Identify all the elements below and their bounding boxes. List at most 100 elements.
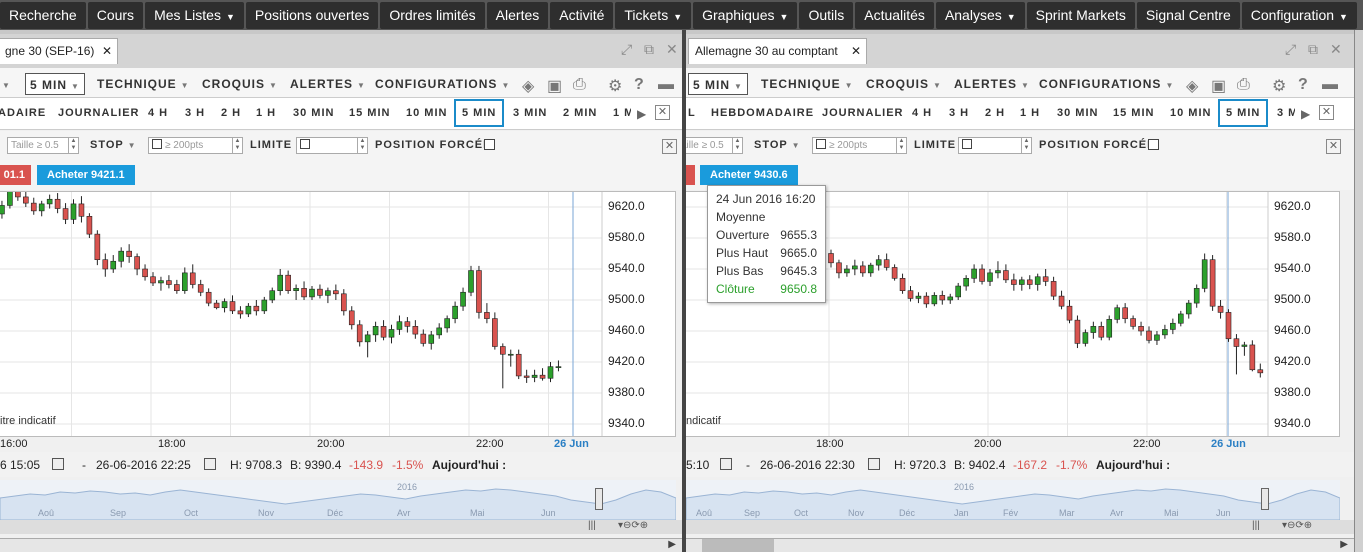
close-icon[interactable]: ✕ (102, 39, 112, 63)
scroll-thumb[interactable]: ||| (588, 520, 596, 531)
tf-2min[interactable]: 2 MIN (563, 107, 597, 119)
close-icon[interactable]: ✕ (662, 139, 677, 154)
comment-icon[interactable]: ▬ (658, 76, 674, 94)
croquis-menu[interactable]: CROQUIS ▼ (202, 73, 278, 95)
tf-4h[interactable]: 4 H (912, 107, 932, 119)
stop-checkbox[interactable] (152, 139, 162, 149)
sell-button[interactable]: 01.1 (0, 165, 31, 185)
scroll-right-arrow-icon[interactable]: ▶ (1340, 539, 1348, 550)
help-icon[interactable]: ? (634, 76, 644, 94)
position-forcee-checkbox[interactable] (1148, 139, 1159, 150)
tf-journalier[interactable]: JOURNALIER (58, 107, 140, 119)
interval-select[interactable]: 5 MIN ▼ (688, 73, 748, 95)
nav-item-8[interactable]: Graphiques ▼ (693, 2, 798, 29)
tf-5min[interactable]: 5 MIN (454, 99, 505, 127)
expand-icon[interactable]: ⤢ (621, 41, 632, 58)
stop-input[interactable]: ≥ 200pts ▲ ▼ (148, 137, 243, 154)
tf-15min[interactable]: 15 MIN (1113, 107, 1154, 119)
buy-button[interactable]: Acheter 9430.6 (700, 165, 798, 185)
horizontal-scrollbar[interactable]: ▶ (0, 538, 682, 552)
comment-icon[interactable]: ▬ (1322, 76, 1338, 94)
tf-30min[interactable]: 30 MIN (293, 107, 334, 119)
dropdown-arrow-icon[interactable]: ▼ (0, 73, 11, 95)
tf-10min[interactable]: 10 MIN (406, 107, 447, 119)
close-window-icon[interactable]: ✕ (1330, 41, 1342, 58)
calendar-icon[interactable] (204, 458, 216, 473)
tf-partial[interactable]: L (688, 107, 696, 119)
tf-journalier[interactable]: JOURNALIER (822, 107, 904, 119)
nav-item-2[interactable]: Mes Listes ▼ (145, 2, 244, 29)
nav-item-10[interactable]: Actualités (855, 2, 934, 29)
scroll-right-icon[interactable]: ▶ (637, 107, 646, 121)
tf-3min[interactable]: 3 M (1277, 107, 1295, 119)
nav-item-4[interactable]: Ordres limités (380, 2, 485, 29)
tf-15min[interactable]: 15 MIN (349, 107, 390, 119)
help-icon[interactable]: ? (1298, 76, 1308, 94)
navigator[interactable]: 2016 Aoû Sep Oct Nov Déc Avr Mai Jun (0, 480, 676, 520)
interval-select[interactable]: 5 MIN ▼ (25, 73, 85, 95)
gear-icon[interactable]: ⚙ (608, 76, 622, 96)
close-icon[interactable]: ✕ (655, 105, 670, 120)
gear-icon[interactable]: ⚙ (1272, 76, 1286, 96)
nav-item-14[interactable]: Configuration ▼ (1241, 2, 1357, 29)
limit-checkbox[interactable] (300, 139, 310, 149)
tf-10min[interactable]: 10 MIN (1170, 107, 1211, 119)
tf-4h[interactable]: 4 H (148, 107, 168, 119)
size-input[interactable]: Taille ≥ 0.5▲▼ (686, 137, 743, 154)
tf-3h[interactable]: 3 H (949, 107, 969, 119)
navigator-handle[interactable] (1261, 488, 1269, 510)
tf-2h[interactable]: 2 H (985, 107, 1005, 119)
tf-1h[interactable]: 1 H (1020, 107, 1040, 119)
price-chart[interactable]: 9620.0 9580.0 9540.0 9500.0 9460.0 9420.0 9380… (0, 191, 676, 437)
nav-item-11[interactable]: Analyses ▼ (935, 2, 1025, 29)
print-icon[interactable]: ⎙ (573, 76, 586, 94)
position-forcee-checkbox[interactable] (484, 139, 495, 150)
sell-button[interactable] (686, 165, 695, 185)
close-icon[interactable]: ✕ (851, 39, 861, 63)
tf-3h[interactable]: 3 H (185, 107, 205, 119)
scroll-right-arrow-icon[interactable]: ▶ (668, 539, 676, 550)
chart-tab[interactable]: Allemagne 30 au comptant ✕ (688, 38, 867, 64)
popout-icon[interactable]: ⧉ (1308, 41, 1318, 58)
limit-input[interactable]: ▲ ▼ (296, 137, 368, 154)
configurations-menu[interactable]: CONFIGURATIONS ▼ (375, 73, 510, 95)
layers-icon[interactable]: ◈ (522, 76, 534, 96)
chart-tab[interactable]: gne 30 (SEP-16) ✕ (0, 38, 118, 64)
calendar-icon[interactable] (52, 458, 64, 473)
nav-item-5[interactable]: Alertes (486, 2, 549, 29)
nav-item-0[interactable]: Recherche (0, 2, 86, 29)
calendar-icon[interactable] (868, 458, 880, 473)
tf-hebdo[interactable]: ADAIRE (0, 107, 46, 119)
navigator[interactable]: 2016 Aoû Sep Oct Nov Déc Jan Fév Mar Avr… (686, 480, 1340, 520)
nav-item-1[interactable]: Cours (87, 2, 144, 29)
nav-item-13[interactable]: Signal Centre (1136, 2, 1240, 29)
close-icon[interactable]: ✕ (1319, 105, 1334, 120)
tf-2h[interactable]: 2 H (221, 107, 241, 119)
technique-menu[interactable]: TECHNIQUE ▼ (761, 73, 854, 95)
calendar-icon[interactable] (720, 458, 732, 473)
alertes-menu[interactable]: ALERTES ▼ (290, 73, 366, 95)
print-icon[interactable]: ⎙ (1237, 76, 1250, 94)
scroll-thumb[interactable]: ||| (1252, 520, 1260, 531)
croquis-menu[interactable]: CROQUIS ▼ (866, 73, 942, 95)
scroll-thumb[interactable] (702, 539, 774, 552)
layers-icon[interactable]: ◈ (1186, 76, 1198, 96)
nav-item-7[interactable]: Tickets ▼ (615, 2, 692, 29)
scroll-right-icon[interactable]: ▶ (1301, 107, 1310, 121)
limit-input[interactable]: ▲ ▼ (958, 137, 1032, 154)
stop-checkbox[interactable] (816, 139, 826, 149)
close-icon[interactable]: ✕ (1326, 139, 1341, 154)
configurations-menu[interactable]: CONFIGURATIONS ▼ (1039, 73, 1174, 95)
technique-menu[interactable]: TECHNIQUE ▼ (97, 73, 190, 95)
tf-30min[interactable]: 30 MIN (1057, 107, 1098, 119)
horizontal-scrollbar[interactable]: ▶ (686, 538, 1354, 552)
nav-item-9[interactable]: Outils (799, 2, 854, 29)
nav-item-3[interactable]: Positions ouvertes (245, 2, 379, 29)
size-input[interactable]: Taille ≥ 0.5▲▼ (7, 137, 79, 154)
image-icon[interactable]: ▣ (547, 76, 562, 96)
nav-item-12[interactable]: Sprint Markets (1026, 2, 1135, 29)
stop-select[interactable]: STOP ▼ (754, 139, 801, 151)
zoom-controls-icon[interactable]: ▾⊖⟳⊕ (1282, 520, 1312, 531)
page-scrollbar[interactable] (1354, 30, 1363, 552)
stop-input[interactable]: ≥ 200pts ▲ ▼ (812, 137, 907, 154)
